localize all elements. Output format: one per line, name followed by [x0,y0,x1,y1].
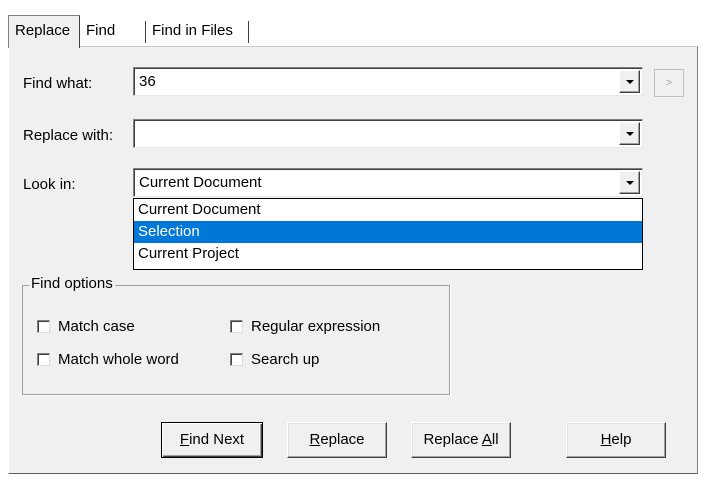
look-in-value: Current Document [139,174,262,191]
match-whole-word-checkbox[interactable]: Match whole word [37,351,179,368]
regular-expression-checkbox[interactable]: Regular expression [230,318,380,335]
tab-separator [248,21,249,43]
find-what-combo[interactable]: 36 [133,67,643,96]
tab-replace-label: Replace [15,22,71,39]
look-in-option-current-document[interactable]: Current Document [134,199,642,221]
regular-expression-label: Regular expression [251,318,381,335]
find-next-accel: F [179,431,190,448]
tab-find[interactable]: Find [80,17,140,47]
checkbox-icon[interactable] [230,353,243,366]
replace-button[interactable]: Replace [287,422,387,458]
replace-rest: eplace [320,431,365,448]
tab-find-in-files-label: Find in Files [152,22,233,39]
search-up-label: Search up [251,351,320,368]
look-in-dropdown-arrow[interactable] [619,171,640,194]
help-accel: H [600,431,612,448]
find-what-value: 36 [139,73,156,90]
find-options-title: Find options [29,275,115,292]
help-button[interactable]: Help [566,422,666,458]
checkbox-icon[interactable] [37,353,50,366]
look-in-dropdown-list: Current Document Selection Current Proje… [133,198,643,270]
look-in-option-selection[interactable]: Selection [134,221,642,243]
replace-with-dropdown-arrow[interactable] [619,122,640,145]
tab-strip: Replace Find Find in Files [8,15,706,48]
replace-all-rest: ll [491,431,499,448]
tab-replace[interactable]: Replace [8,15,80,48]
tab-find-label: Find [86,22,116,39]
replace-accel: R [309,431,321,448]
find-next-rest: ind Next [189,431,245,448]
replace-with-combo[interactable] [133,119,643,148]
replace-all-accel: A [481,431,492,448]
checkbox-icon[interactable] [37,320,50,333]
replace-all-pre: Replace [423,431,482,448]
replace-with-label: Replace with: [23,127,114,144]
match-case-checkbox[interactable]: Match case [37,318,135,335]
expand-button[interactable]: > [654,69,684,97]
tab-find-in-files[interactable]: Find in Files [146,17,248,47]
help-rest: elp [611,431,632,448]
look-in-combo[interactable]: Current Document [133,168,643,197]
find-what-label: Find what: [23,75,93,92]
checkbox-icon[interactable] [230,320,243,333]
find-options-group: Find options Match case Regular expressi… [22,275,450,395]
search-up-checkbox[interactable]: Search up [230,351,319,368]
find-next-button[interactable]: Find Next [161,422,263,458]
find-what-dropdown-arrow[interactable] [619,70,640,93]
match-whole-word-label: Match whole word [58,351,179,368]
look-in-label: Look in: [23,176,76,193]
look-in-option-current-project[interactable]: Current Project [134,243,642,265]
replace-all-button[interactable]: Replace All [411,422,511,458]
replace-panel: Find what: 36 > Replace with: Look in: C… [8,46,698,474]
match-case-label: Match case [58,318,135,335]
